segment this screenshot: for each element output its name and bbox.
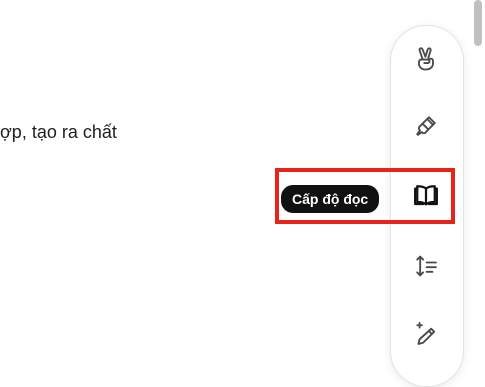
- emoji-button[interactable]: [401, 36, 451, 86]
- scrollbar[interactable]: [473, 0, 485, 380]
- polish-button[interactable]: [401, 311, 451, 361]
- sparkle-pencil-icon: [412, 320, 440, 353]
- length-button[interactable]: [401, 243, 451, 293]
- victory-hand-icon: [412, 45, 440, 78]
- style-button[interactable]: [401, 103, 451, 153]
- text-length-icon: [412, 252, 440, 285]
- paintbrush-icon: [412, 112, 440, 145]
- document-text-fragment: ợp, tạo ra chất: [0, 122, 117, 142]
- reading-level-tooltip: Cấp độ đọc: [281, 185, 380, 213]
- scrollbar-thumb[interactable]: [474, 0, 482, 46]
